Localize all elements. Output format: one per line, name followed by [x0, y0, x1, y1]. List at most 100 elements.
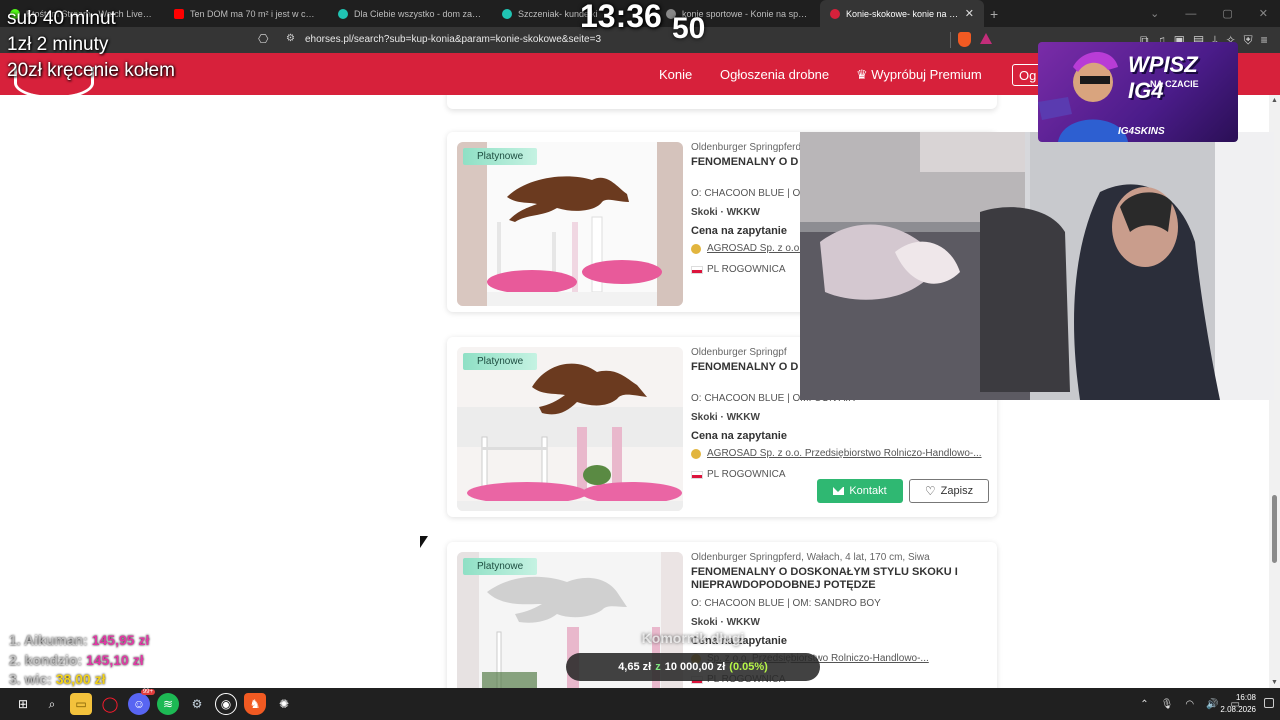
chatgpt-icon[interactable]: ✺ [273, 693, 295, 715]
bookmark-icon[interactable]: ⎔ [258, 32, 268, 46]
overlay-wheel-text: 20zł kręcenie kołem [7, 60, 175, 81]
windows-taskbar: ⊞ ⌕ ▭ ◯ ☺ 99+ ≋ ⚙ ◉ ♞ ✺ ⌃ 🎙 ◠ 🔊 ▭ 16:08 2… [0, 688, 1280, 720]
scroll-up-icon[interactable]: ▲ [1271, 97, 1278, 104]
menu-icon[interactable]: ≡ [1261, 33, 1268, 48]
ad-brand: IG4SKINS [1118, 126, 1165, 137]
leaderboard-name: 2. kondzio: [9, 652, 83, 668]
close-tab-icon[interactable]: ✕ [959, 7, 974, 20]
volume-icon[interactable]: 🔊 [1206, 699, 1218, 710]
brave-shield-icon[interactable] [958, 32, 971, 47]
character-image [1038, 52, 1128, 142]
vpn-icon[interactable]: ⛨ [1244, 33, 1253, 48]
sponsor-ad-overlay: WPISZ IG4 NA CZACIE IG4SKINS [1038, 42, 1238, 142]
tab-favicon-icon [502, 8, 512, 19]
steam-icon[interactable]: ⚙ [186, 693, 208, 715]
platinum-badge: Platynowe [463, 558, 538, 575]
taskbar-time: 16:08 [1235, 693, 1256, 702]
discord-badge: 99+ [140, 689, 155, 695]
notification-icon[interactable] [1264, 698, 1274, 708]
listing-price: Cena na zapytanie [691, 430, 787, 442]
platinum-badge: Platynowe [463, 148, 538, 165]
spotify-icon[interactable]: ≋ [157, 693, 179, 715]
mouse-cursor-icon [420, 536, 428, 548]
listing-pedigree: O: CHACOON BLUE | OM: SANDRO BOY [691, 598, 881, 609]
webcam-feed-image [800, 132, 1274, 400]
maximize-icon[interactable]: ▢ [1222, 7, 1232, 20]
brave-rewards-icon[interactable] [980, 33, 992, 44]
medal-icon [691, 243, 701, 254]
listing-photo[interactable]: Platynowe [457, 142, 683, 306]
taskbar-date: 2.08.2026 [1220, 705, 1256, 714]
opera-icon[interactable]: ◯ [99, 693, 121, 715]
overlay-timer: 13:36 [580, 0, 662, 34]
listing-location: PL ROGOWNICA [691, 264, 786, 275]
contact-button-label: Kontakt [849, 485, 887, 497]
webcam-overlay [800, 132, 1274, 400]
ad-title: WPISZ IG4 [1128, 52, 1198, 103]
scroll-thumb[interactable] [1272, 495, 1277, 563]
minimize-icon[interactable]: — [1185, 8, 1196, 20]
discord-icon[interactable]: ☺ 99+ [128, 689, 155, 715]
nav-premium[interactable]: ♛ Wypróbuj Premium [856, 67, 982, 83]
url-field[interactable]: ehorses.pl/search?sub=kup-konia&param=ko… [305, 34, 601, 45]
youtube-icon [174, 8, 184, 19]
browser-tab[interactable]: Dla Ciebie wszystko - dom za darmo [328, 0, 492, 27]
listing-discipline: Skoki · WKKW [691, 617, 760, 628]
poland-flag-icon [691, 265, 703, 274]
donation-goal: Komornik długi 4,65 zł z 10 000,00 zł (0… [566, 630, 820, 682]
nav-konie[interactable]: Konie [659, 67, 692, 82]
location-text: PL ROGOWNICA [707, 469, 786, 480]
seller-name[interactable]: AGROSAD Sp. z o.o. Przedsiębiorstwo Roln… [707, 448, 983, 459]
location-text: PL ROGOWNICA [707, 264, 786, 275]
overlay-sub-text: sub 40 minut [7, 8, 116, 29]
scroll-down-icon[interactable]: ▼ [1271, 679, 1278, 686]
brave-icon[interactable]: ♞ [244, 693, 266, 715]
browser-tab-active[interactable]: Konie-skokowe- konie na sprzedaż✕ [820, 0, 984, 27]
tray-overflow-icon[interactable]: ⌃ [1140, 699, 1148, 710]
goal-progress-bar: 4,65 zł z 10 000,00 zł (0.05%) [566, 653, 820, 681]
file-explorer-icon[interactable]: ▭ [70, 693, 92, 715]
window-controls: ⌄ — ▢ ✕ [1150, 0, 1280, 27]
listing-spec: Oldenburger Springpf [691, 347, 787, 358]
obs-icon[interactable]: ◉ [215, 693, 237, 715]
goal-current: 4,65 zł [618, 661, 652, 673]
overlay-timer-seconds: 50 [672, 12, 706, 45]
browser-tab[interactable]: Ten DOM ma 70 m² i jest w cenie U2 [164, 0, 328, 27]
tab-search-icon[interactable]: ⌄ [1150, 7, 1159, 20]
goal-percent: (0.05%) [729, 661, 768, 673]
save-button[interactable]: ♡ Zapisz [909, 479, 989, 503]
listing-spec: Oldenburger Springpferd [691, 142, 802, 153]
goal-title: Komornik długi [641, 630, 745, 646]
nav-ogloszenia[interactable]: Ogłoszenia drobne [720, 67, 829, 82]
listing-title[interactable]: FENOMENALNY O DOSKONAŁYM STYLU SKOKU I N… [691, 566, 987, 592]
medal-icon [691, 448, 701, 459]
leaderboard-entry: 2. kondzio: 145,10 zł [9, 652, 144, 668]
listing-price: Cena na zapytanie [691, 225, 787, 237]
leaderboard-name: 1. Aikuman: [9, 632, 88, 648]
save-button-label: Zapisz [940, 485, 974, 497]
taskbar-clock[interactable]: 16:08 2.08.2026 [1220, 692, 1256, 716]
leaderboard-entry: 3. wic: 38,00 zł [9, 671, 106, 687]
close-window-icon[interactable]: ✕ [1259, 7, 1268, 20]
divider [950, 32, 951, 48]
listing-card-previous[interactable] [447, 95, 997, 109]
poland-flag-icon [691, 470, 703, 479]
heart-icon: ♡ [924, 484, 936, 498]
windows-start-icon[interactable]: ⊞ [12, 693, 34, 715]
search-icon[interactable]: ⌕ [41, 693, 63, 715]
listing-location: PL ROGOWNICA [691, 469, 786, 480]
platinum-badge: Platynowe [463, 353, 538, 370]
listing-photo[interactable]: Platynowe [457, 347, 683, 511]
new-tab-icon[interactable]: + [984, 0, 1004, 27]
leaderboard-amount: 38,00 zł [55, 671, 106, 687]
site-settings-icon[interactable]: ⚙ [286, 33, 295, 44]
premium-icon: ♛ [856, 67, 872, 82]
nav-premium-label: Wypróbuj Premium [871, 67, 982, 82]
microphone-icon[interactable]: 🎙 [1161, 699, 1174, 710]
listing-seller[interactable]: AGROSAD Sp. z o.o. Przedsiębiorstwo Roln… [691, 448, 983, 459]
wifi-icon[interactable]: ◠ [1185, 699, 1194, 710]
horse-jump-image [457, 142, 683, 306]
contact-button[interactable]: Kontakt [817, 479, 903, 503]
goal-target: 10 000,00 zł [664, 661, 726, 673]
ad-subtitle: NA CZACIE [1150, 79, 1199, 89]
